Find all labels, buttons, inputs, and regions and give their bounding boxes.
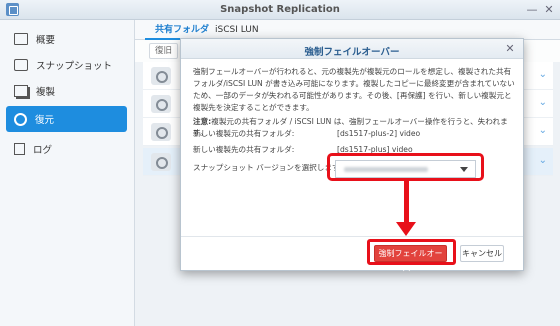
sidebar-item-label: 概要: [36, 35, 56, 46]
minimize-button[interactable]: —: [525, 3, 539, 16]
annotation-arrow-head: [396, 222, 416, 236]
dialog-header: 強制フェイルオーバー ✕: [181, 39, 523, 59]
tab-bar: 共有フォルダ iSCSI LUN: [135, 20, 560, 40]
log-icon: [14, 143, 25, 155]
note-label: 注意:: [193, 117, 212, 126]
field-label: 新しい複製先の共有フォルダ:: [193, 145, 295, 154]
close-icon[interactable]: ✕: [503, 42, 517, 56]
sidebar-item-label: スナップショット: [36, 61, 113, 72]
dialog-title: 強制フェイルオーバー: [304, 47, 400, 58]
new-source-field: 新しい複製元の共有フォルダ: [ds1517-plus-2] video: [193, 127, 515, 141]
window-titlebar: Snapshot Replication — ✕: [0, 0, 560, 20]
sidebar-item-restore[interactable]: 復元: [6, 106, 127, 132]
cancel-button[interactable]: キャンセル: [460, 245, 504, 262]
field-label: 新しい複製元の共有フォルダ:: [193, 129, 295, 138]
field-value: [ds1517-plus-2] video: [337, 129, 421, 138]
annotation-highlight-button: [367, 239, 456, 265]
annotation-highlight-select: [327, 153, 484, 181]
window-title: Snapshot Replication: [220, 4, 340, 15]
copy-icon: [14, 85, 28, 97]
sidebar-item-snapshot[interactable]: スナップショット: [6, 52, 127, 78]
sidebar-item-overview[interactable]: 概要: [6, 26, 127, 52]
sidebar: 概要 スナップショット 複製 復元 ログ: [0, 20, 135, 326]
dialog-description: 強制フェールオーバーが行われると、元の複製先が複製元のロールを想定し、複製された…: [193, 67, 515, 112]
annotation-arrow-shaft: [404, 181, 409, 224]
sidebar-item-log[interactable]: ログ: [6, 136, 127, 162]
dialog-divider: [181, 236, 523, 237]
sidebar-item-label: ログ: [33, 145, 53, 156]
restore-icon: [14, 112, 27, 126]
camera-icon: [14, 59, 28, 71]
sidebar-item-label: 複製: [36, 87, 56, 98]
sidebar-item-label: 復元: [35, 115, 55, 126]
overview-icon: [14, 33, 28, 45]
close-window-button[interactable]: ✕: [542, 3, 556, 16]
field-label: スナップショット バージョンを選択します。:: [193, 163, 349, 172]
tab-iscsi-lun[interactable]: iSCSI LUN: [205, 20, 269, 40]
sidebar-item-replication[interactable]: 複製: [6, 78, 127, 104]
